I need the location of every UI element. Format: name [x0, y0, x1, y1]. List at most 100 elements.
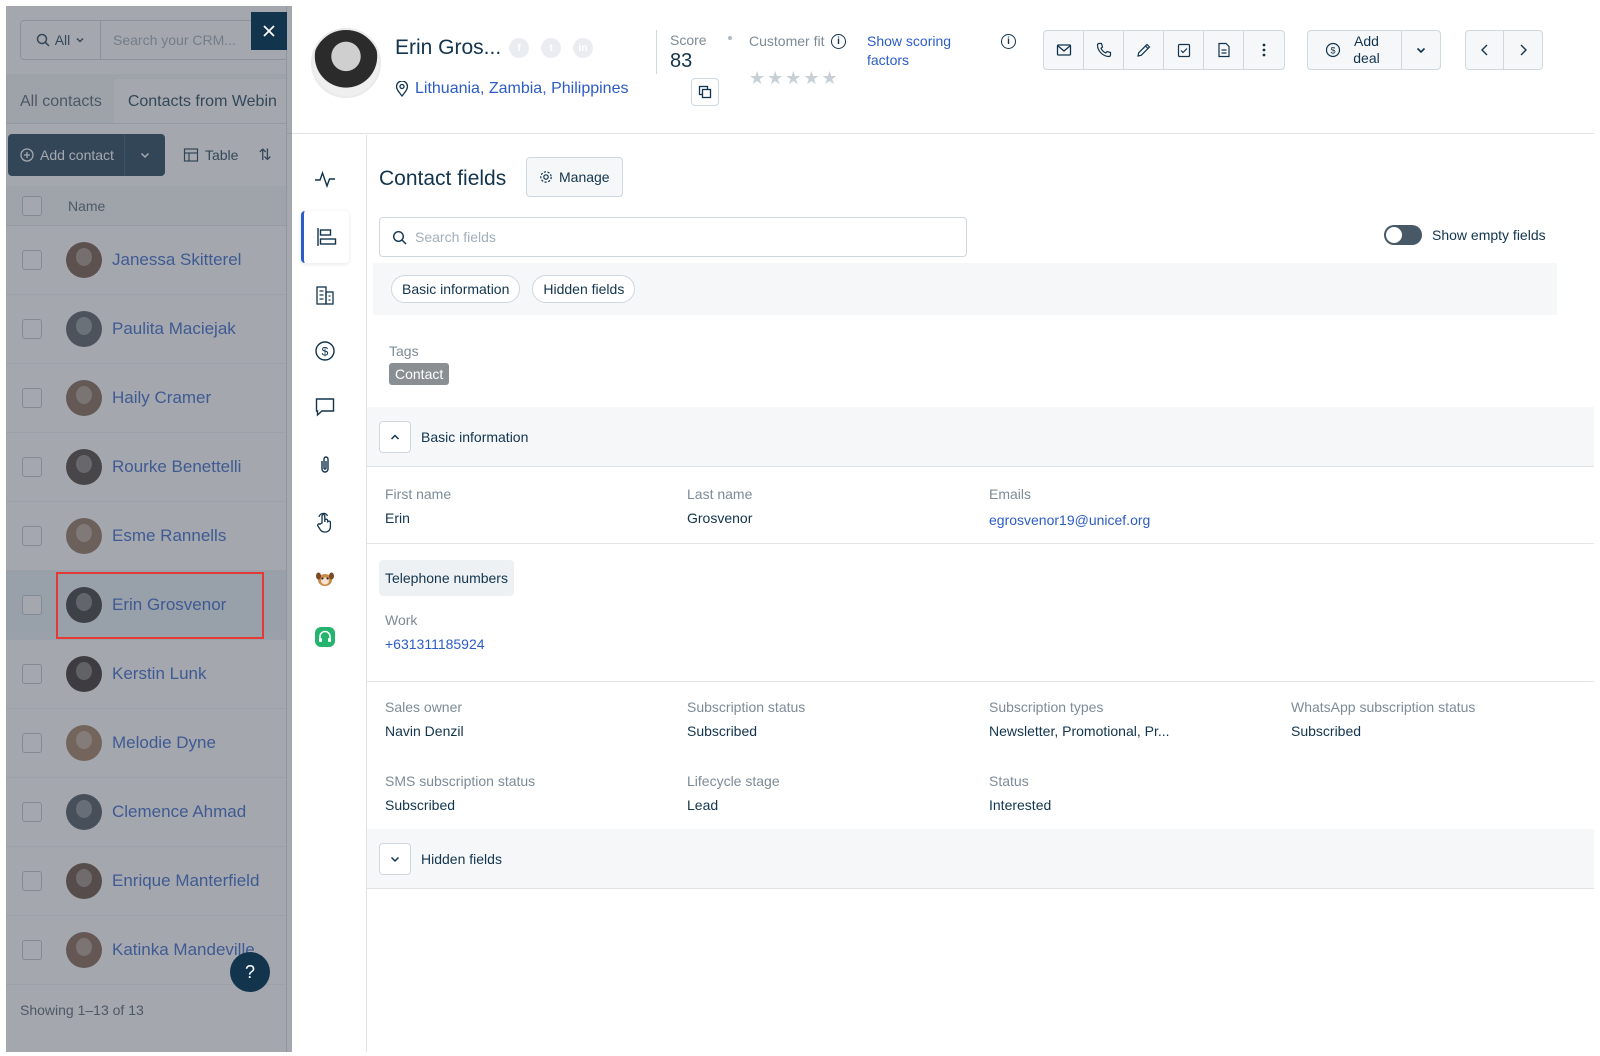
table-row[interactable]: Kerstin Lunk — [6, 640, 292, 709]
add-contact-dropdown[interactable] — [125, 149, 165, 161]
table-row[interactable]: Haily Cramer — [6, 364, 292, 433]
table-row[interactable]: Janessa Skitterel — [6, 226, 292, 295]
help-button[interactable]: ? — [230, 952, 270, 992]
name-column-header[interactable]: Name — [68, 198, 105, 214]
chip-hidden-fields[interactable]: Hidden fields — [532, 275, 636, 303]
add-deal-button[interactable]: $ Add deal — [1308, 31, 1402, 69]
email-button[interactable] — [1044, 31, 1084, 69]
show-empty-fields-toggle[interactable] — [1384, 225, 1422, 245]
row-checkbox[interactable] — [22, 388, 42, 408]
global-search-input[interactable]: Search your CRM... — [101, 32, 236, 48]
support-app-nav[interactable] — [301, 611, 349, 663]
row-checkbox[interactable] — [22, 871, 42, 891]
last-name-field[interactable]: Last name Grosvenor — [687, 486, 752, 526]
contact-name-link[interactable]: Janessa Skitterel — [112, 250, 241, 270]
chip-basic-information[interactable]: Basic information — [391, 275, 521, 303]
note-button[interactable] — [1204, 31, 1244, 69]
email-link[interactable]: egrosvenor19@unicef.org — [989, 512, 1150, 528]
next-record-button[interactable] — [1504, 31, 1542, 69]
contact-name-link[interactable]: Katinka Mandeville — [112, 940, 255, 960]
emails-field[interactable]: Emails egrosvenor19@unicef.org — [989, 486, 1150, 528]
activity-nav[interactable] — [301, 153, 349, 205]
subscription-types-field[interactable]: Subscription types Newsletter, Promotion… — [989, 699, 1170, 739]
tags-label: Tags — [389, 343, 419, 359]
hidden-fields-section-header[interactable]: Hidden fields — [367, 829, 1594, 889]
first-name-field[interactable]: First name Erin — [385, 486, 451, 526]
row-checkbox[interactable] — [22, 733, 42, 753]
avatar — [66, 242, 102, 278]
twitter-icon[interactable]: t — [541, 38, 561, 58]
tag-badge[interactable]: Contact — [389, 363, 450, 385]
table-view-button[interactable]: Table — [183, 147, 238, 163]
work-phone-field[interactable]: Work +631311185924 — [385, 612, 485, 652]
tab-contacts-from-webinar[interactable]: Contacts from Webin — [113, 79, 289, 123]
sales-owner-field[interactable]: Sales owner Navin Denzil — [385, 699, 464, 739]
row-checkbox[interactable] — [22, 526, 42, 546]
contact-fields-nav[interactable] — [301, 211, 349, 263]
call-button[interactable] — [1084, 31, 1124, 69]
lifecycle-stage-field[interactable]: Lifecycle stage Lead — [687, 773, 780, 813]
tab-all-contacts[interactable]: All contacts — [6, 93, 114, 123]
table-row[interactable]: Paulita Maciejak — [6, 295, 292, 364]
contact-name-link[interactable]: Enrique Manterfield — [112, 871, 259, 891]
attachments-nav[interactable] — [301, 439, 349, 491]
contact-name-link[interactable]: Melodie Dyne — [112, 733, 216, 753]
work-phone-link[interactable]: +631311185924 — [385, 636, 485, 652]
expand-hidden-button[interactable] — [379, 842, 411, 875]
row-checkbox[interactable] — [22, 664, 42, 684]
status-field[interactable]: Status Interested — [989, 773, 1051, 813]
table-row[interactable]: Esme Rannells — [6, 502, 292, 571]
copy-button[interactable] — [691, 78, 719, 106]
table-row[interactable]: Melodie Dyne — [6, 709, 292, 778]
table-row[interactable]: Rourke Benettelli — [6, 433, 292, 502]
contact-name-link[interactable]: Paulita Maciejak — [112, 319, 236, 339]
row-checkbox[interactable] — [22, 250, 42, 270]
contact-rows: Janessa Skitterel Paulita Maciejak Haily C… — [6, 226, 292, 985]
edit-button[interactable] — [1124, 31, 1164, 69]
sms-status-field[interactable]: SMS subscription status Subscribed — [385, 773, 535, 813]
row-checkbox[interactable] — [22, 319, 42, 339]
contact-name-link[interactable]: Kerstin Lunk — [112, 664, 207, 684]
contact-name-link[interactable]: Esme Rannells — [112, 526, 226, 546]
previous-record-button[interactable] — [1466, 31, 1504, 69]
fit-info-icon[interactable]: i — [831, 34, 846, 49]
collapse-basic-button[interactable] — [379, 420, 411, 453]
add-contact-button[interactable]: Add contact — [8, 134, 125, 176]
select-all-checkbox[interactable] — [22, 195, 42, 216]
more-options-button[interactable] — [1244, 31, 1284, 69]
search-scope-dropdown[interactable]: All — [21, 21, 101, 59]
sort-icon[interactable]: ⇅ — [258, 145, 271, 165]
conversations-nav[interactable] — [301, 381, 349, 433]
manage-fields-button[interactable]: Manage — [526, 157, 623, 197]
integration-app-nav[interactable] — [301, 553, 349, 605]
show-scoring-factors-link[interactable]: Show scoring factors — [867, 32, 977, 70]
deals-nav[interactable]: $ — [301, 325, 349, 377]
search-fields-input[interactable]: Search fields — [379, 217, 967, 257]
basic-information-section-header[interactable]: Basic information — [367, 407, 1594, 467]
contact-name-link[interactable]: Rourke Benettelli — [112, 457, 241, 477]
contact-name-link[interactable]: Haily Cramer — [112, 388, 211, 408]
accounts-nav[interactable] — [301, 269, 349, 321]
contact-name-link[interactable]: Erin Grosvenor — [112, 595, 226, 615]
field-label: Lifecycle stage — [687, 773, 780, 789]
add-deal-dropdown[interactable] — [1402, 31, 1440, 69]
table-row[interactable]: Erin Grosvenor — [6, 571, 292, 640]
table-row[interactable]: Clemence Ahmad — [6, 778, 292, 847]
task-button[interactable] — [1164, 31, 1204, 69]
engagements-nav[interactable] — [301, 497, 349, 549]
whatsapp-status-field[interactable]: WhatsApp subscription status Subscribed — [1291, 699, 1475, 739]
scoring-info-icon[interactable]: i — [1001, 34, 1016, 49]
row-checkbox[interactable] — [22, 802, 42, 822]
facebook-icon[interactable]: f — [509, 38, 529, 58]
table-row[interactable]: Enrique Manterfield — [6, 847, 292, 916]
page-title: Contact fields — [379, 167, 507, 190]
contact-name-link[interactable]: Clemence Ahmad — [112, 802, 246, 822]
close-panel-button[interactable] — [251, 12, 287, 50]
subscription-status-field[interactable]: Subscription status Subscribed — [687, 699, 805, 739]
row-checkbox[interactable] — [22, 595, 42, 615]
linkedin-icon[interactable]: in — [573, 38, 593, 58]
row-checkbox[interactable] — [22, 457, 42, 477]
contact-location[interactable]: Lithuania, Zambia, Philippines — [395, 80, 628, 98]
row-checkbox[interactable] — [22, 940, 42, 960]
list-view-tabs: All contacts Contacts from Webin — [6, 74, 292, 124]
